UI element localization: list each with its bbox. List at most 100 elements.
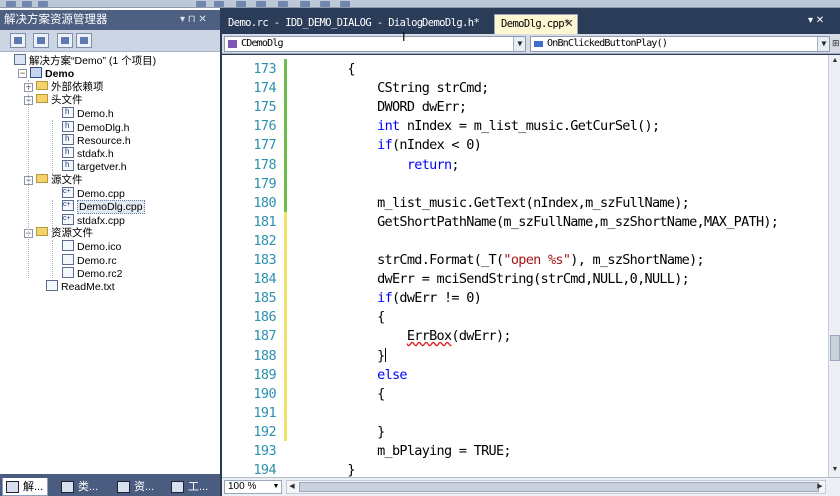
- keyword-token: return: [406, 156, 452, 173]
- tab-demodlg-h[interactable]: DemoDlg.h*: [416, 14, 485, 34]
- horizontal-scroll-thumb[interactable]: [299, 482, 819, 492]
- tree-item[interactable]: Demo.rc2: [62, 266, 123, 280]
- tree-item[interactable]: targetver.h: [62, 158, 127, 173]
- vertical-scrollbar[interactable]: ▲ ▼: [828, 55, 840, 477]
- horizontal-scrollbar[interactable]: ◀ ▶: [286, 480, 826, 494]
- class-dropdown[interactable]: CDemoDlg ▼: [224, 36, 526, 52]
- code-line[interactable]: strCmd.Format(_T("open %s"), m_szShortNa…: [288, 252, 705, 268]
- tab-controls[interactable]: ▾ ✕: [808, 15, 824, 26]
- tree-item[interactable]: Demo.ico: [62, 240, 121, 253]
- tree-item[interactable]: stdafx.h: [62, 145, 114, 161]
- tree-item[interactable]: 头文件: [36, 93, 83, 107]
- expand-toggle-icon[interactable]: −: [18, 69, 27, 79]
- tree-item[interactable]: 资源文件: [36, 226, 93, 240]
- code-line[interactable]: m_bPlaying = TRUE;: [288, 443, 511, 459]
- code-line[interactable]: DWORD dwErr;: [288, 99, 467, 115]
- tree-item[interactable]: stdafx.cpp: [62, 212, 125, 227]
- tree-item-label: stdafx.h: [77, 148, 114, 161]
- code-line[interactable]: }: [288, 424, 385, 440]
- toolbar-button-icon[interactable]: [6, 1, 16, 7]
- zoom-dropdown[interactable]: 100 % ▼: [224, 480, 282, 494]
- chevron-down-icon[interactable]: ▼: [513, 37, 525, 51]
- error-token: ErrBox: [406, 328, 452, 345]
- code-line[interactable]: else: [288, 367, 407, 383]
- chevron-down-icon[interactable]: ▼: [817, 37, 829, 51]
- tree-item[interactable]: Resource.h: [62, 132, 131, 147]
- explorer-tab[interactable]: 工...: [168, 478, 218, 496]
- toolbar-button-icon[interactable]: [340, 1, 350, 7]
- tree-item[interactable]: Demo: [30, 67, 74, 80]
- code-line[interactable]: {: [288, 309, 385, 325]
- code-line[interactable]: {: [288, 386, 385, 402]
- code-token: }: [288, 423, 385, 440]
- toolbar-button-icon[interactable]: [214, 1, 224, 7]
- code-line[interactable]: if(nIndex < 0): [288, 137, 482, 153]
- scroll-left-icon[interactable]: ◀: [287, 481, 297, 493]
- scroll-right-icon[interactable]: ▶: [815, 481, 825, 493]
- tree-item[interactable]: DemoDlg.cpp: [62, 198, 145, 215]
- properties-icon[interactable]: [10, 33, 26, 48]
- toolbar-button-icon[interactable]: [196, 1, 206, 7]
- code-line[interactable]: }: [288, 347, 386, 364]
- view-code-icon[interactable]: [76, 33, 92, 48]
- line-number: 192: [253, 423, 276, 440]
- code-line[interactable]: int nIndex = m_list_music.GetCurSel();: [288, 118, 660, 135]
- code-line[interactable]: return;: [288, 156, 460, 173]
- vertical-scroll-thumb[interactable]: [830, 335, 840, 361]
- zoom-value: 100 %: [228, 481, 257, 492]
- tree-item-label: Resource.h: [77, 134, 131, 147]
- code-line[interactable]: }: [288, 462, 355, 477]
- tree-item-label: Demo.rc: [77, 254, 117, 267]
- tree-item[interactable]: 解决方案“Demo” (1 个项目): [14, 54, 156, 67]
- code-text-area[interactable]: 173 174 175 176 177 178 179 180 181 182 183 184 185 1…: [222, 55, 828, 477]
- chevron-down-icon[interactable]: ▼: [271, 481, 281, 493]
- text-file-icon: [46, 280, 58, 292]
- tree-item[interactable]: 源文件: [36, 173, 83, 187]
- code-token: strCmd.Format(_T(: [288, 252, 504, 268]
- line-number: 189: [253, 366, 276, 383]
- tab-demodlg-cpp[interactable]: DemoDlg.cpp* ✕: [494, 14, 578, 34]
- explorer-tab[interactable]: 解...: [2, 478, 48, 496]
- code-line[interactable]: {: [288, 61, 355, 77]
- show-all-files-icon[interactable]: [33, 33, 49, 48]
- tab-demo-rc-dialog[interactable]: Demo.rc - IDD_DEMO_DIALOG - Dialog: [222, 14, 429, 34]
- toolbar-button-icon[interactable]: [278, 1, 288, 7]
- panel-controls[interactable]: ▾ ⊓ ✕: [180, 10, 207, 30]
- header-file-icon: [62, 158, 74, 172]
- code-line[interactable]: GetShortPathName(m_szFullName,m_szShortN…: [288, 214, 779, 230]
- tree-item[interactable]: Demo.rc: [62, 253, 117, 267]
- toolbar-button-icon[interactable]: [256, 1, 266, 7]
- tree-item[interactable]: 外部依赖项: [36, 80, 104, 94]
- toolbar-button-icon[interactable]: [236, 1, 246, 7]
- tree-item[interactable]: ReadMe.txt: [46, 280, 115, 293]
- tree-item[interactable]: Demo.h: [62, 105, 114, 120]
- explorer-tab[interactable]: 资...: [114, 478, 164, 496]
- tab-icon: [6, 481, 19, 493]
- refresh-icon[interactable]: [57, 33, 73, 48]
- code-line[interactable]: if(dwErr != 0): [288, 290, 482, 306]
- toolbar-button-icon[interactable]: [38, 1, 48, 7]
- tree-item[interactable]: DemoDlg.h: [62, 119, 130, 134]
- close-tab-icon[interactable]: ✕: [564, 15, 573, 33]
- scroll-down-icon[interactable]: ▼: [830, 465, 840, 475]
- solution-icon: [14, 54, 26, 65]
- split-icon[interactable]: ⊞: [832, 38, 840, 49]
- explorer-tab[interactable]: 类...: [58, 478, 108, 496]
- code-line[interactable]: ErrBox(dwErr);: [288, 328, 512, 345]
- line-number: 182: [253, 232, 276, 249]
- toolbar-button-icon[interactable]: [320, 1, 330, 7]
- code-token: }: [288, 347, 385, 364]
- code-line[interactable]: dwErr = mciSendString(strCmd,NULL,0,NULL…: [288, 271, 690, 287]
- member-dropdown[interactable]: OnBnClickedButtonPlay() ▼: [530, 36, 830, 52]
- tree-item[interactable]: Demo.cpp: [62, 185, 125, 200]
- toolbar-button-icon[interactable]: [300, 1, 310, 7]
- code-line[interactable]: m_list_music.GetText(nIndex,m_szFullName…: [288, 195, 690, 211]
- scroll-up-icon[interactable]: ▲: [830, 56, 840, 66]
- code-line[interactable]: CString strCmd;: [288, 80, 489, 96]
- keyword-token: int: [377, 118, 400, 135]
- toolbar-button-icon[interactable]: [22, 1, 32, 7]
- member-dropdown-value: OnBnClickedButtonPlay(): [547, 38, 668, 49]
